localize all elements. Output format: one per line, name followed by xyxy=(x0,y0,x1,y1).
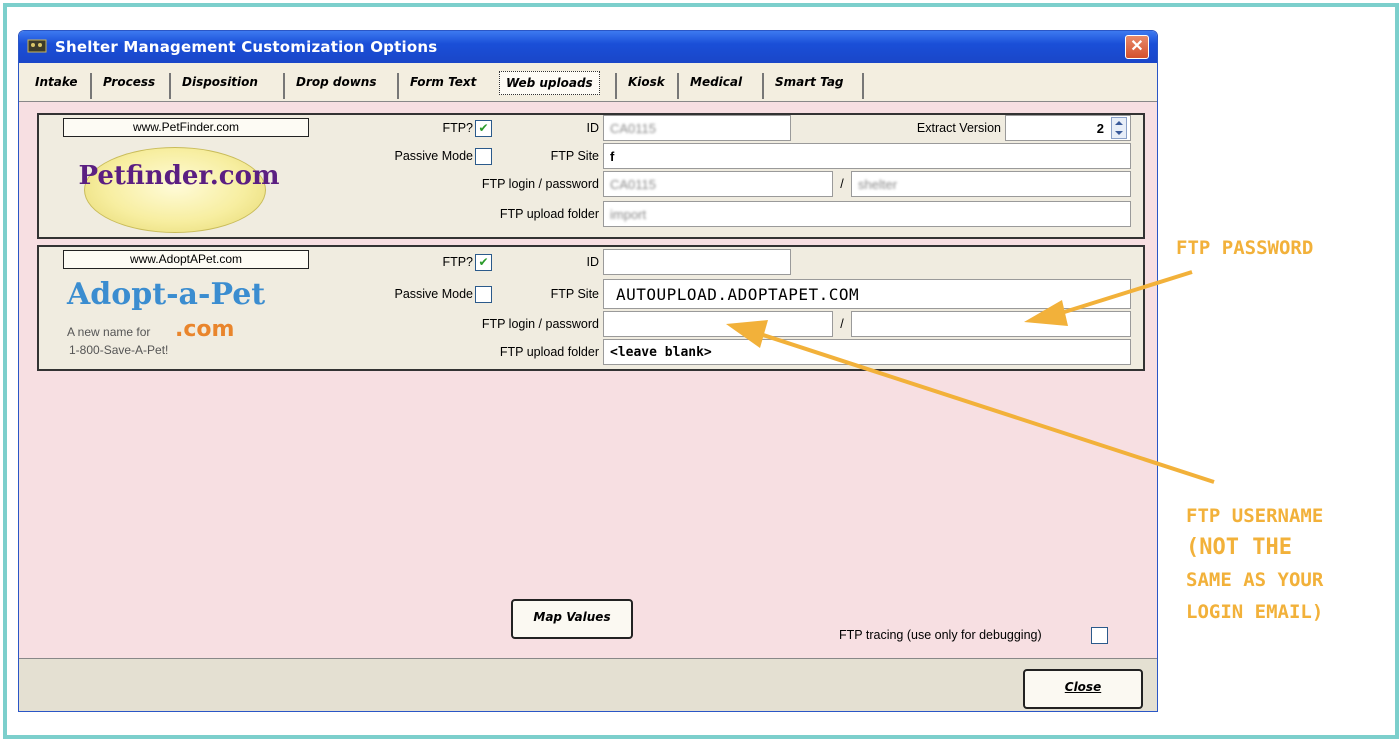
annotation-arrows xyxy=(726,270,1215,484)
password-arrow-line xyxy=(1057,270,1193,316)
username-arrow-line xyxy=(759,332,1215,484)
password-arrowhead-icon xyxy=(1024,300,1068,326)
username-arrowhead-icon xyxy=(726,320,768,348)
